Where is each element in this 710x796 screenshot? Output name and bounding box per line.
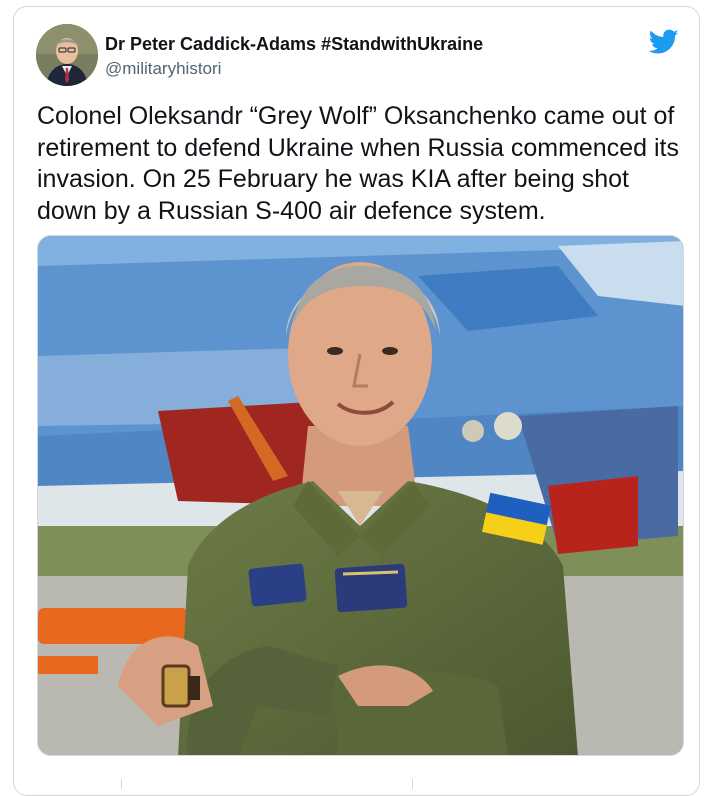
tweet-photo[interactable] xyxy=(37,235,684,756)
tweet-text: Colonel Oleksandr “Grey Wolf” Oksanchenk… xyxy=(37,102,679,225)
avatar-portrait xyxy=(36,24,98,86)
action-divider xyxy=(412,779,413,789)
author-name[interactable]: Dr Peter Caddick-Adams #StandwithUkraine xyxy=(105,34,483,55)
photo-illustration xyxy=(38,236,683,755)
tweet-card[interactable]: Dr Peter Caddick-Adams #StandwithUkraine… xyxy=(13,6,700,796)
author-handle[interactable]: @militaryhistori xyxy=(105,59,221,79)
author-avatar[interactable] xyxy=(36,24,98,86)
twitter-bird-icon[interactable] xyxy=(648,29,679,55)
action-divider xyxy=(121,779,122,789)
